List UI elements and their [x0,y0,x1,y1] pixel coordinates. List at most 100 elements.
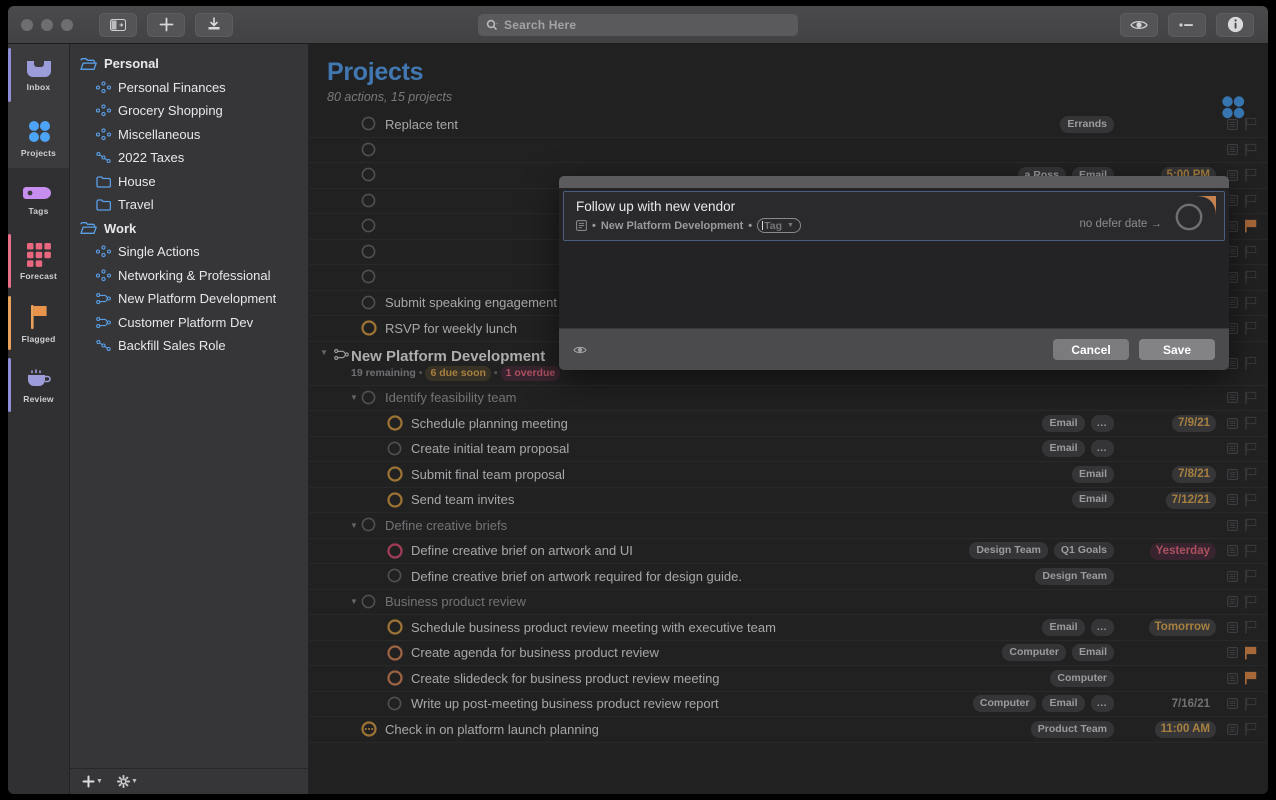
task-tag[interactable]: Email [1042,618,1085,636]
quick-entry-tag-field[interactable]: Tag ▼ [757,218,801,233]
task-status-circle[interactable] [387,696,403,712]
save-button[interactable]: Save [1139,339,1215,360]
task-row[interactable]: ▼ Identify feasibility team [309,386,1268,411]
flag-icon[interactable] [1240,467,1260,481]
task-status-circle[interactable] [387,543,403,559]
sidebar-action-button[interactable]: ▼ [116,775,138,788]
note-icon[interactable] [1224,417,1240,429]
task-status-circle[interactable] [361,167,377,183]
task-row[interactable]: Schedule business product review meeting… [309,615,1268,641]
task-status-circle[interactable] [361,244,377,260]
task-row[interactable]: Send team invites Email 7/12/21 [309,488,1268,513]
flag-corner-icon[interactable] [1194,194,1218,218]
task-row[interactable]: Replace tent Errands [309,112,1268,138]
flag-icon[interactable] [1240,620,1260,634]
task-status-circle[interactable] [361,116,377,132]
sidebar-item-review[interactable]: Review [8,354,69,416]
disclosure-triangle-icon[interactable]: ▼ [317,348,331,357]
task-status-circle[interactable] [361,295,377,311]
task-row[interactable]: Create slidedeck for business product re… [309,666,1268,692]
task-tag[interactable]: … [1090,414,1114,432]
flag-icon[interactable] [1240,194,1260,208]
note-icon[interactable] [1224,519,1240,531]
quick-entry-panel[interactable]: Follow up with new vendor • New Platform… [559,176,1229,370]
flag-icon[interactable] [1240,569,1260,583]
task-tag[interactable]: Email [1071,491,1114,509]
task-row[interactable]: Check in on platform launch planning Prod… [309,717,1268,743]
minimize-button[interactable] [41,18,53,31]
task-status-circle[interactable] [361,320,377,336]
task-status-circle[interactable] [361,390,377,406]
flag-icon[interactable] [1240,493,1260,507]
flag-icon[interactable] [1240,270,1260,284]
task-status-circle[interactable] [387,645,403,661]
sidebar-project-networking[interactable]: Networking & Professional [70,264,308,288]
sidebar-item-forecast[interactable]: Forecast [8,230,69,292]
sidebar-project-single-actions[interactable]: Single Actions [70,240,308,264]
note-icon[interactable] [1224,545,1240,557]
task-tag[interactable]: Errands [1060,115,1114,133]
task-status-circle[interactable] [361,193,377,209]
note-icon[interactable] [1224,392,1240,404]
flag-icon[interactable] [1240,245,1260,259]
layout-button[interactable] [1168,12,1206,37]
sidebar-toggle-button[interactable] [99,12,137,37]
task-tag[interactable]: Email [1071,465,1114,483]
note-icon[interactable] [1224,494,1240,506]
sidebar-project-customer-platform-dev[interactable]: Customer Platform Dev [70,311,308,335]
task-status-circle[interactable] [387,441,403,457]
chevron-down-icon[interactable]: ▼ [787,222,794,229]
task-tag[interactable]: Design Team [969,542,1048,560]
task-row[interactable]: Define creative brief on artwork require… [309,564,1268,590]
flag-icon[interactable] [1240,143,1260,157]
task-tag[interactable]: Q1 Goals [1053,542,1114,560]
task-tag[interactable]: Computer [1050,669,1114,687]
task-status-circle[interactable] [361,269,377,285]
note-icon[interactable] [1224,647,1240,659]
task-row[interactable]: Submit final team proposal Email 7/8/21 [309,462,1268,488]
note-icon[interactable] [1224,144,1240,156]
note-icon[interactable] [1224,723,1240,735]
quick-entry-titlebar[interactable] [559,176,1229,188]
task-tag[interactable]: Product Team [1030,720,1114,738]
quick-entry-title-field[interactable]: Follow up with new vendor [576,199,1216,214]
sidebar-project-miscellaneous[interactable]: Miscellaneous [70,123,308,147]
close-button[interactable] [21,18,33,31]
sidebar-project-grocery-shopping[interactable]: Grocery Shopping [70,99,308,123]
sidebar-project-personal-finances[interactable]: Personal Finances [70,76,308,100]
note-icon[interactable] [1224,596,1240,608]
sidebar-folder-personal[interactable]: Personal [70,52,308,76]
flag-icon[interactable] [1240,219,1260,233]
task-tag[interactable]: Email [1042,440,1085,458]
flag-icon[interactable] [1240,321,1260,335]
flag-icon[interactable] [1240,518,1260,532]
task-status-circle[interactable] [387,670,403,686]
disclosure-triangle-icon[interactable]: ▼ [347,521,361,530]
flag-icon[interactable] [1240,168,1260,182]
task-tag[interactable]: … [1090,440,1114,458]
flag-icon[interactable] [1240,442,1260,456]
task-tag[interactable]: … [1090,695,1114,713]
sidebar-item-inbox[interactable]: Inbox [8,44,69,106]
flag-icon[interactable] [1240,356,1260,370]
task-row[interactable]: ▼ Define creative briefs [309,513,1268,539]
view-options-button[interactable] [1120,12,1158,37]
flag-icon[interactable] [1240,544,1260,558]
quick-entry-item-row[interactable]: Follow up with new vendor • New Platform… [563,191,1225,241]
flag-icon[interactable] [1240,296,1260,310]
quick-entry-project-field[interactable]: New Platform Development [601,220,743,232]
task-status-circle[interactable] [387,619,403,635]
add-project-button[interactable]: ▼ [82,775,103,788]
flag-icon[interactable] [1240,117,1260,131]
sidebar-item-projects[interactable]: Projects [8,106,69,168]
disclosure-triangle-icon[interactable]: ▼ [347,393,361,402]
task-status-circle[interactable] [361,721,377,737]
task-status-circle[interactable] [361,142,377,158]
flag-icon[interactable] [1240,416,1260,430]
inspector-button[interactable] [1216,12,1254,37]
note-icon[interactable] [1224,443,1240,455]
task-tag[interactable]: Design Team [1035,567,1114,585]
note-icon[interactable] [1224,468,1240,480]
sidebar-folder-work[interactable]: Work [70,217,308,241]
task-status-circle[interactable] [387,466,403,482]
